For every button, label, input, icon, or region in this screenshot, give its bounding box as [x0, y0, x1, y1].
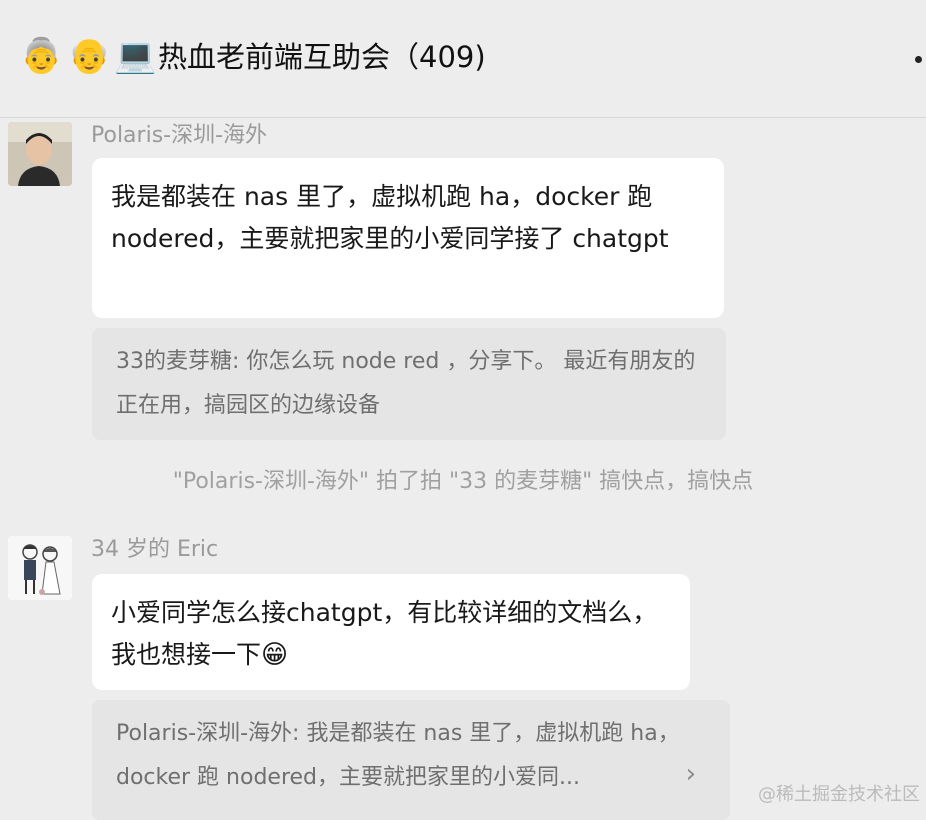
grin-emoji-icon: 😁 — [261, 640, 289, 670]
watermark: @稀土掘金技术社区 — [758, 784, 920, 805]
grandpa-emoji-icon: 👴 — [68, 36, 111, 76]
system-message: "Polaris-深圳-海外" 拍了拍 "33 的麦芽糖" 搞快点，搞快点 — [172, 469, 754, 494]
quoted-message[interactable]: 33的麦芽糖: 你怎么玩 node red ，分享下。 最近有朋友的正在用，搞园… — [92, 328, 726, 440]
avatar[interactable] — [8, 122, 72, 186]
more-options-icon[interactable] — [915, 56, 922, 63]
quoted-message[interactable]: Polaris-深圳-海外: 我是都装在 nas 里了，虚拟机跑 ha，dock… — [92, 700, 730, 820]
message-text: 小爱同学怎么接chatgpt，有比较详细的文档么，我也想接一下 — [111, 598, 658, 669]
quoted-text: Polaris-深圳-海外: 我是都装在 nas 里了，虚拟机跑 ha，dock… — [116, 721, 680, 790]
sender-name: Polaris-深圳-海外 — [91, 123, 268, 148]
laptop-emoji-icon: 💻 — [114, 36, 157, 76]
chevron-right-icon[interactable]: › — [686, 760, 696, 788]
chat-header: 👵 👴 💻 热血老前端互助会（409) — [0, 0, 926, 118]
grandma-emoji-icon: 👵 — [20, 36, 63, 76]
sender-name: 34 岁的 Eric — [91, 537, 219, 562]
message-bubble[interactable]: 我是都装在 nas 里了，虚拟机跑 ha，docker 跑 nodered，主要… — [92, 158, 724, 318]
message-bubble[interactable]: 小爱同学怎么接chatgpt，有比较详细的文档么，我也想接一下😁 — [92, 574, 690, 690]
avatar[interactable] — [8, 536, 72, 600]
chat-title: 热血老前端互助会（409) — [158, 40, 486, 74]
